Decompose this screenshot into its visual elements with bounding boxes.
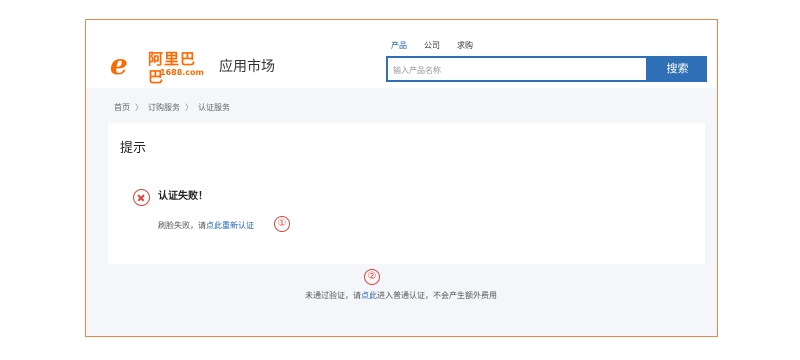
fail-heading: 认证失败！ (158, 191, 208, 202)
retry-verification-link[interactable]: 点此重新认证 (206, 221, 254, 230)
notice-title: 提示 (120, 141, 147, 156)
fail-description-text: 刷脸失败，请 (158, 221, 206, 230)
breadcrumb: 首页 〉 订购服务 〉 认证服务 (114, 102, 230, 114)
nav-item-company[interactable]: 公司 (424, 40, 440, 54)
market-title: 应用市场 (219, 59, 275, 75)
circle-x-icon (133, 189, 150, 206)
logo-mark: e (110, 48, 128, 81)
notice-card: 提示 认证失败！ 刷脸失败，请点此重新认证 ① (108, 123, 705, 264)
logo-domain-text: 1688.com (160, 68, 204, 77)
search-button[interactable]: 搜索 (648, 56, 707, 82)
fail-description: 刷脸失败，请点此重新认证 (158, 220, 254, 232)
page-frame: e 阿里巴巴 1688.com 应用市场 产品 公司 求购 搜索 首页 〉 订购… (85, 19, 718, 337)
breadcrumb-subscription[interactable]: 订购服务 (148, 102, 180, 114)
breadcrumb-separator: 〉 (185, 103, 193, 112)
annotation-marker-2: ② (364, 269, 380, 285)
breadcrumb-home[interactable]: 首页 (114, 102, 130, 114)
nav-item-product[interactable]: 产品 (391, 40, 407, 54)
footer-note-text-after: 进入普通认证，不会产生额外费用 (377, 291, 497, 300)
header: e 阿里巴巴 1688.com 应用市场 产品 公司 求购 搜索 (86, 20, 716, 88)
footer-note-text-before: 未通过验证，请 (305, 291, 361, 300)
alibaba-logo[interactable]: e 阿里巴巴 1688.com (110, 48, 210, 86)
breadcrumb-current: 认证服务 (198, 103, 230, 112)
search-box (386, 56, 648, 82)
search-input[interactable] (388, 59, 646, 82)
search-type-nav: 产品 公司 求购 (391, 40, 490, 54)
normal-verification-link[interactable]: 点此 (361, 291, 377, 300)
nav-item-buy-request[interactable]: 求购 (457, 40, 473, 54)
breadcrumb-separator: 〉 (135, 103, 143, 112)
annotation-marker-1: ① (274, 216, 290, 232)
footer-note: 未通过验证，请点此进入普通认证，不会产生额外费用 (86, 290, 716, 302)
